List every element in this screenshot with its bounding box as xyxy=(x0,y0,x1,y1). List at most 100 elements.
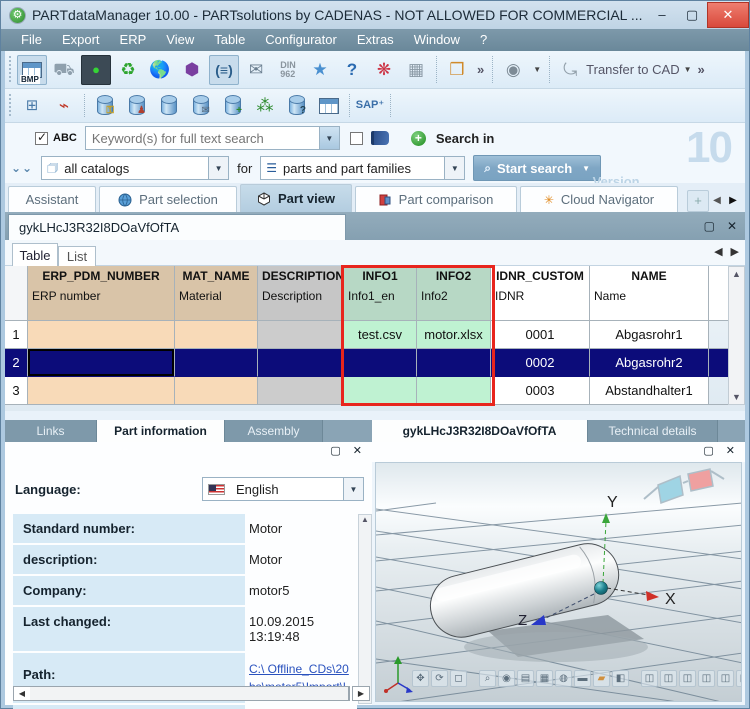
keyword-search-combobox[interactable]: ▼ xyxy=(85,126,340,150)
erp-table-button[interactable] xyxy=(314,91,344,121)
grid-toggle-icon[interactable]: ▦ xyxy=(536,670,553,687)
db-button[interactable] xyxy=(154,91,184,121)
export-package-button[interactable]: ⬢ xyxy=(177,55,207,85)
menu-help[interactable]: ? xyxy=(470,29,497,51)
tab-technical-details[interactable]: Technical details xyxy=(588,420,718,442)
cell-mat[interactable] xyxy=(175,321,258,349)
help-button[interactable]: ? xyxy=(337,55,367,85)
compare-variables-button[interactable]: (≡) xyxy=(209,55,239,85)
column-header-name[interactable]: NAMEName xyxy=(590,266,709,321)
toolbar-grip[interactable] xyxy=(8,55,13,84)
web-shop-button[interactable]: 🌎 xyxy=(145,55,175,85)
cell-description[interactable] xyxy=(258,349,344,377)
maximize-button[interactable]: ▢ xyxy=(677,2,707,28)
scroll-left-icon[interactable]: ◀ xyxy=(14,689,30,698)
tab-assembly[interactable]: Assembly xyxy=(225,420,323,442)
menu-view[interactable]: View xyxy=(156,29,204,51)
tab-cloud-navigator[interactable]: ✳ Cloud Navigator xyxy=(520,186,678,212)
din-standard-button[interactable]: DIN962 xyxy=(273,55,303,85)
cell-idnr[interactable]: 0001 xyxy=(491,321,590,349)
zoom-tool-icon[interactable]: ⌕ xyxy=(479,670,496,687)
row-number[interactable]: 2 xyxy=(5,349,28,377)
db-mail-button[interactable]: ✉ xyxy=(186,91,216,121)
panel-maximize-icon[interactable]: ▢ xyxy=(703,444,713,457)
tab-part-comparison[interactable]: Part comparison xyxy=(355,186,517,212)
search-in-label[interactable]: Search in xyxy=(436,131,495,146)
menu-table[interactable]: Table xyxy=(204,29,255,51)
language-combobox[interactable]: English ▼ xyxy=(202,477,364,501)
scroll-up-icon[interactable]: ▲ xyxy=(732,267,741,281)
overflow-chevron[interactable]: » xyxy=(698,62,705,77)
cell-info1[interactable]: test.csv xyxy=(344,321,417,349)
tab-links[interactable]: Links xyxy=(5,420,97,442)
menu-export[interactable]: Export xyxy=(52,29,110,51)
tree-add-button[interactable]: ⁂ xyxy=(250,91,280,121)
scope-combobox[interactable]: ☰ parts and part families ▼ xyxy=(260,156,465,180)
fit-view-icon[interactable]: ◻ xyxy=(450,670,467,687)
table-close-button[interactable]: ▦ xyxy=(401,55,431,85)
row-number[interactable]: 1 xyxy=(5,321,28,349)
flower-tool-button[interactable]: ❋ xyxy=(369,55,399,85)
toolbar-grip[interactable] xyxy=(8,93,13,118)
column-header-erp[interactable]: ERP_PDM_NUMBERERP number xyxy=(28,266,175,321)
cell-name[interactable]: Abgasrohr2 xyxy=(590,349,709,377)
camera-icon[interactable]: ◉ xyxy=(498,670,515,687)
collapse-chevrons-icon[interactable]: ⌄⌄ xyxy=(11,161,33,175)
tab-part-3d[interactable]: gykLHcJ3R32I8DOaVfOfTA xyxy=(372,420,588,442)
scope-dropdown-button[interactable]: ▼ xyxy=(444,157,464,179)
panel-close-icon[interactable]: ✕ xyxy=(353,444,362,457)
table-row[interactable]: 1 test.csv motor.xlsx 0001 Abgasrohr1 xyxy=(5,321,728,349)
book-checkbox[interactable] xyxy=(350,132,363,145)
menu-erp[interactable]: ERP xyxy=(110,29,157,51)
column-header-info1[interactable]: INFO1Info1_en xyxy=(344,266,417,321)
transfer-dropdown-arrow[interactable]: ▼ xyxy=(684,65,692,74)
overflow-chevron[interactable]: » xyxy=(477,62,484,77)
db-users-button[interactable]: ♟ xyxy=(122,91,152,121)
table-row[interactable]: 3 0003 Abstandhalter1 xyxy=(5,377,728,405)
grid-scroll-left-icon[interactable]: ◀ xyxy=(714,245,722,258)
cell-idnr[interactable]: 0003 xyxy=(491,377,590,405)
minimize-button[interactable]: – xyxy=(647,2,677,28)
transfer-to-cad-button[interactable]: ⤿ xyxy=(555,55,585,85)
view-left-icon[interactable]: ◫ xyxy=(679,670,696,687)
view-front-icon[interactable]: ◫ xyxy=(641,670,658,687)
db-login-button[interactable]: ⚿ xyxy=(90,91,120,121)
field-value-project-type[interactable]: ▼ Native Part xyxy=(245,705,357,709)
db-query-button[interactable]: ? xyxy=(282,91,312,121)
path-link-line1[interactable]: C:\ Offline_CDs\20 xyxy=(249,660,355,678)
cell-mat[interactable] xyxy=(175,349,258,377)
update-catalog-button[interactable]: ♻ xyxy=(113,55,143,85)
tab-assistant[interactable]: Assistant xyxy=(8,186,96,212)
panel-maximize-icon[interactable]: ▢ xyxy=(704,219,715,233)
panel-close-icon[interactable]: ✕ xyxy=(726,444,735,457)
origin-sphere[interactable] xyxy=(595,582,608,595)
language-dropdown-button[interactable]: ▼ xyxy=(343,478,363,500)
scrollbar-thumb[interactable] xyxy=(30,687,349,700)
search-dropdown-button[interactable]: ▼ xyxy=(319,127,339,149)
globe-render-icon[interactable]: ◍ xyxy=(555,670,572,687)
tab-table[interactable]: Table xyxy=(12,243,58,266)
nut-part-button[interactable]: ◉ xyxy=(498,55,528,85)
cell-idnr[interactable]: 0002 xyxy=(491,349,590,377)
cell-info2[interactable]: motor.xlsx xyxy=(417,321,491,349)
catalogs-combobox[interactable]: 🗇 all catalogs ▼ xyxy=(41,156,229,180)
menu-file[interactable]: File xyxy=(11,29,52,51)
panel-maximize-icon[interactable]: ▢ xyxy=(330,444,340,457)
tab-part-selection[interactable]: Part selection xyxy=(99,186,237,212)
column-header-mat[interactable]: MAT_NAMEMaterial xyxy=(175,266,258,321)
column-header-description[interactable]: DESCRIPTIONDescription xyxy=(258,266,344,321)
favorites-button[interactable]: ★ xyxy=(305,55,335,85)
column-header-info2[interactable]: INFO2Info2 xyxy=(417,266,491,321)
cell-mat[interactable] xyxy=(175,377,258,405)
panel-close-icon[interactable]: ✕ xyxy=(727,219,737,233)
export-bmp-table-button[interactable]: BMP xyxy=(17,55,47,85)
scroll-up-icon[interactable]: ▲ xyxy=(361,515,369,524)
db-add-button[interactable]: + xyxy=(218,91,248,121)
part-info-vertical-scrollbar[interactable]: ▲ xyxy=(358,514,372,704)
view-top-icon[interactable]: ◫ xyxy=(717,670,734,687)
document-tab[interactable]: gykLHcJ3R32I8DOaVfOfTA xyxy=(8,214,346,240)
column-header-idnr[interactable]: IDNR_CUSTOMIDNR xyxy=(491,266,590,321)
close-button[interactable]: ✕ xyxy=(707,2,749,28)
fulltext-checkbox[interactable] xyxy=(35,132,48,145)
tabs-scroll-right[interactable]: ▶ xyxy=(725,190,741,212)
